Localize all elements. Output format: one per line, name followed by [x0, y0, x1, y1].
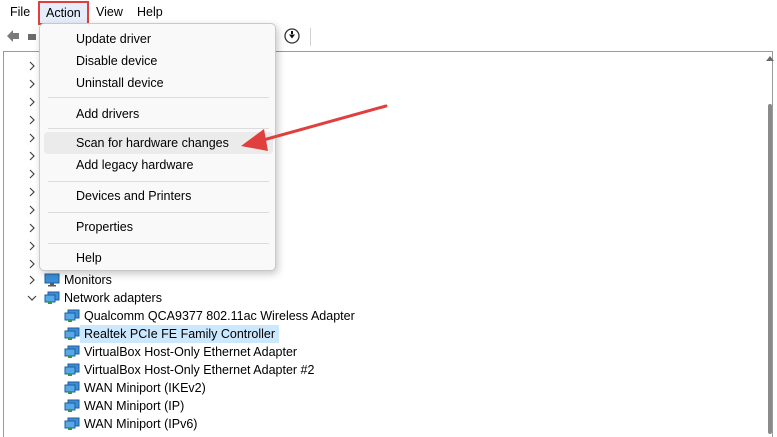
tree-label: VirtualBox Host-Only Ethernet Adapter #2 [84, 363, 315, 377]
menu-help[interactable]: Help [137, 3, 163, 21]
network-adapter-icon [64, 381, 80, 395]
menu-separator [48, 128, 269, 129]
scrollbar-thumb[interactable] [768, 104, 772, 434]
chevron-right-icon[interactable] [28, 79, 36, 89]
chevron-right-icon[interactable] [28, 61, 36, 71]
menu-item-properties[interactable]: Properties [44, 216, 273, 238]
chevron-down-icon[interactable] [27, 294, 37, 304]
chevron-right-icon[interactable] [28, 169, 36, 179]
menu-separator [48, 212, 269, 213]
chevron-right-icon[interactable] [28, 97, 36, 107]
network-adapter-icon [44, 291, 60, 305]
menu-item-add-legacy-hardware[interactable]: Add legacy hardware [44, 154, 273, 176]
menu-item-add-drivers[interactable]: Add drivers [44, 103, 273, 125]
tree-label: WAN Miniport (IKEv2) [84, 381, 206, 395]
menu-item-devices-and-printers[interactable]: Devices and Printers [44, 185, 273, 207]
menu-item-update-driver[interactable]: Update driver [44, 28, 273, 50]
network-adapter-icon [64, 399, 80, 413]
tree-label: Monitors [64, 273, 112, 287]
network-adapter-icon [64, 417, 80, 431]
chevron-right-icon[interactable] [28, 259, 36, 269]
chevron-right-icon[interactable] [28, 133, 36, 143]
menu-view[interactable]: View [96, 3, 123, 21]
back-arrow-icon[interactable] [6, 29, 20, 43]
menu-bar: File Action View Help [0, 0, 777, 25]
vertical-scrollbar[interactable] [764, 52, 775, 437]
menu-separator [48, 243, 269, 244]
menu-file[interactable]: File [10, 3, 30, 21]
network-adapter-icon [64, 363, 80, 377]
tree-label: Network adapters [64, 291, 162, 305]
action-context-menu: Update driver Disable device Uninstall d… [39, 23, 276, 271]
chevron-right-icon[interactable] [28, 151, 36, 161]
menu-item-scan-for-hardware-changes[interactable]: Scan for hardware changes [44, 132, 273, 154]
toolbar-separator [310, 28, 311, 46]
menu-action[interactable]: Action [38, 1, 89, 25]
menu-item-help[interactable]: Help [44, 247, 273, 269]
forward-button-icon[interactable] [28, 34, 36, 40]
chevron-right-icon[interactable] [28, 205, 36, 215]
tree-label: VirtualBox Host-Only Ethernet Adapter [84, 345, 298, 359]
menu-separator [48, 97, 269, 98]
update-driver-icon[interactable] [283, 27, 301, 45]
network-adapter-icon [64, 327, 80, 341]
tree-label: Realtek PCIe FE Family Controller [80, 325, 280, 343]
menu-item-disable-device[interactable]: Disable device [44, 50, 273, 72]
monitor-icon [44, 273, 60, 287]
network-adapter-icon [64, 309, 80, 323]
chevron-right-icon[interactable] [28, 275, 36, 285]
tree-label: WAN Miniport (IPv6) [84, 417, 198, 431]
network-adapter-icon [64, 345, 80, 359]
tree-label: WAN Miniport (IP) [84, 399, 185, 413]
tree-label: Qualcomm QCA9377 802.11ac Wireless Adapt… [84, 309, 355, 323]
menu-item-uninstall-device[interactable]: Uninstall device [44, 72, 273, 94]
chevron-right-icon[interactable] [28, 115, 36, 125]
chevron-right-icon[interactable] [28, 241, 36, 251]
chevron-right-icon[interactable] [28, 223, 36, 233]
scroll-up-arrow-icon[interactable] [766, 56, 774, 61]
chevron-right-icon[interactable] [28, 187, 36, 197]
menu-separator [48, 181, 269, 182]
